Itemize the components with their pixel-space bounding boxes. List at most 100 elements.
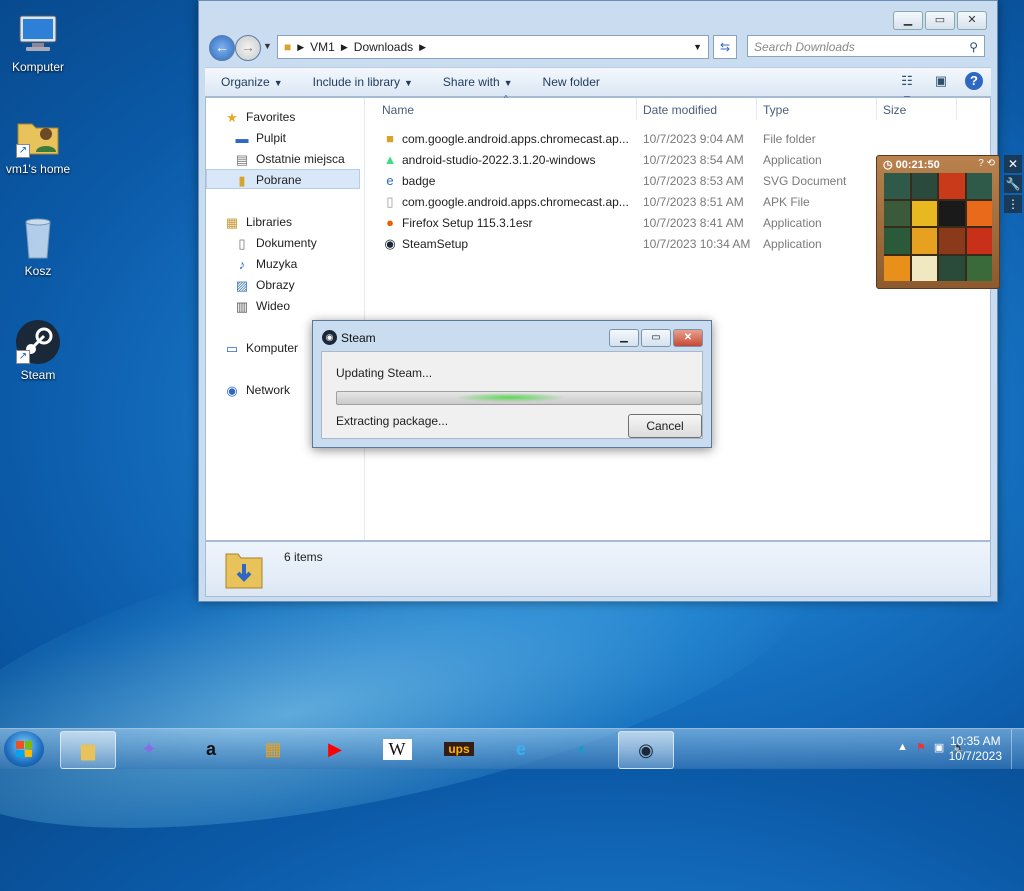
puzzle-tile[interactable] <box>939 173 965 199</box>
include-in-library-button[interactable]: Include in library ▼ <box>313 75 413 89</box>
taskbar-amazon[interactable]: a <box>184 731 238 767</box>
details-pane: 6 items <box>205 541 991 597</box>
minimize-button[interactable]: ▁ <box>893 11 923 30</box>
action-center-icon[interactable]: ⚑ <box>916 741 926 754</box>
picture-puzzle-gadget[interactable]: ◷ 00:21:50 ? ⟲ <box>876 155 1000 289</box>
puzzle-tile[interactable] <box>911 173 937 199</box>
close-button[interactable]: ✕ <box>673 329 703 347</box>
network-status-icon[interactable]: ▣ <box>934 741 944 754</box>
puzzle-tile[interactable] <box>939 228 965 254</box>
steam-update-dialog[interactable]: ◉ Steam ▁ ▭ ✕ Updating Steam... Extracti… <box>312 320 712 448</box>
close-button[interactable]: ✕ <box>957 11 987 30</box>
puzzle-tile[interactable] <box>966 173 992 199</box>
nav-wideo[interactable]: ▥ Wideo <box>234 296 290 316</box>
new-folder-button[interactable]: New folder <box>543 75 600 89</box>
taskbar-clock[interactable]: 10:35 AM 10/7/2023 <box>949 734 1002 764</box>
breadcrumb-vm1[interactable]: VM1 <box>310 40 335 54</box>
refresh-button[interactable]: ⇆ <box>713 35 737 59</box>
progress-indicator <box>455 393 565 402</box>
puzzle-tile[interactable] <box>884 255 910 281</box>
recent-pages-dropdown[interactable]: ▼ <box>263 41 272 51</box>
minimize-button[interactable]: ▁ <box>609 329 639 347</box>
puzzle-tile[interactable] <box>884 173 910 199</box>
chevron-right-icon[interactable]: ▶ <box>341 42 348 53</box>
gadget-help-icon[interactable]: ? ⟲ <box>978 158 995 169</box>
puzzle-tile[interactable] <box>966 200 992 226</box>
taskbar-youtube[interactable]: ▶ <box>308 731 362 767</box>
search-icon[interactable]: ⚲ <box>969 36 978 58</box>
share-with-button[interactable]: Share with ▼ <box>443 75 513 89</box>
desktop-icon-komputer[interactable]: Komputer <box>0 10 76 74</box>
column-date[interactable]: Date modified <box>643 103 717 117</box>
nav-obrazy[interactable]: ▨ Obrazy <box>234 275 295 295</box>
maximize-button[interactable]: ▭ <box>641 329 671 347</box>
breadcrumb-downloads[interactable]: Downloads <box>354 40 413 54</box>
taskbar-steam[interactable]: ◉ <box>618 731 674 769</box>
help-icon[interactable]: ? <box>965 72 983 90</box>
computer-icon <box>14 10 62 58</box>
dialog-body: Updating Steam... Extracting package... … <box>321 351 703 439</box>
address-dropdown-icon[interactable]: ▼ <box>693 42 702 52</box>
gadget-close-icon[interactable]: ✕ <box>1004 155 1022 173</box>
column-type[interactable]: Type <box>763 103 789 117</box>
maximize-button[interactable]: ▭ <box>925 11 955 30</box>
column-size[interactable]: Size <box>883 103 906 117</box>
view-options-icon[interactable]: ☷ ▾ <box>897 72 917 106</box>
file-row[interactable]: ■ com.google.android.apps.chromecast.ap.… <box>382 129 992 150</box>
puzzle-tile[interactable] <box>911 255 937 281</box>
amazon-icon: a <box>205 738 216 759</box>
column-name[interactable]: Name <box>382 103 414 117</box>
preview-pane-icon[interactable]: ▣ <box>931 72 951 90</box>
puzzle-tile[interactable] <box>939 255 965 281</box>
star-icon: ★ <box>226 109 238 125</box>
explorer-window[interactable]: ▁ ▭ ✕ ← → ▼ ■ ▶ VM1 ▶ Downloads ▶ ▼ ⇆ Se… <box>198 0 998 602</box>
taskbar-copilot[interactable]: ✦ <box>122 731 176 767</box>
start-button[interactable] <box>4 731 44 767</box>
organize-button[interactable]: Organize ▼ <box>221 75 283 89</box>
nav-pulpit[interactable]: ▬ Pulpit <box>234 128 287 148</box>
taskbar-wikipedia[interactable]: W <box>370 731 424 767</box>
dialog-window-controls: ▁ ▭ ✕ <box>609 329 703 347</box>
puzzle-grid[interactable] <box>884 173 992 281</box>
search-input[interactable]: Search Downloads ⚲ <box>747 35 985 57</box>
show-hidden-icons-icon[interactable]: ▲ <box>897 741 908 754</box>
nav-muzyka[interactable]: ♪ Muzyka <box>234 254 298 274</box>
puzzle-tile[interactable] <box>966 255 992 281</box>
cancel-button[interactable]: Cancel <box>628 414 702 438</box>
youtube-icon: ▶ <box>328 738 342 759</box>
nav-libraries[interactable]: ▦ Libraries <box>224 212 292 232</box>
chevron-right-icon[interactable]: ▶ <box>419 42 426 53</box>
desktop-icon-kosz[interactable]: Kosz <box>0 214 76 278</box>
desktop-icon-label: Komputer <box>11 60 65 74</box>
gadget-options-icon[interactable]: 🔧 <box>1004 175 1022 193</box>
puzzle-tile[interactable] <box>884 200 910 226</box>
puzzle-tile[interactable] <box>939 200 965 226</box>
gadget-drag-handle-icon[interactable]: ⋮ <box>1004 195 1022 213</box>
puzzle-tile[interactable] <box>911 228 937 254</box>
gadget-side-tools: ✕ 🔧 ⋮ <box>1004 155 1022 215</box>
forward-button[interactable]: → <box>235 35 261 61</box>
nav-favorites[interactable]: ★ Favorites <box>224 107 295 127</box>
nav-ostatnie[interactable]: ▤ Ostatnie miejsca <box>234 149 345 169</box>
taskbar-edge[interactable]: ◐ <box>556 731 610 767</box>
nav-komputer[interactable]: ▭ Komputer <box>224 338 298 358</box>
desktop-icon-home[interactable]: ↗ vm1's home <box>0 112 76 176</box>
taskbar-internet-explorer[interactable]: e <box>494 731 548 767</box>
folder-icon: ■ <box>284 40 292 54</box>
nav-pobrane[interactable]: ▮ Pobrane <box>206 169 360 189</box>
puzzle-tile[interactable] <box>911 200 937 226</box>
address-bar[interactable]: ■ ▶ VM1 ▶ Downloads ▶ ▼ <box>277 35 709 59</box>
recycle-bin-icon <box>14 214 62 262</box>
puzzle-tile[interactable] <box>966 228 992 254</box>
column-headers: Name ^ Date modified Type Size <box>376 94 990 120</box>
nav-dokumenty[interactable]: ▯ Dokumenty <box>234 233 316 253</box>
show-desktop-button[interactable] <box>1011 729 1024 769</box>
taskbar-ups[interactable]: ups <box>432 731 486 767</box>
nav-network[interactable]: ◉ Network <box>224 380 290 400</box>
taskbar-explorer[interactable]: ▆ <box>60 731 116 769</box>
desktop-icon-steam[interactable]: ↗ Steam <box>0 318 76 382</box>
puzzle-tile[interactable] <box>884 228 910 254</box>
back-button[interactable]: ← <box>209 35 235 61</box>
desktop-icon: ▬ <box>235 130 249 146</box>
taskbar-store[interactable]: ▦ <box>246 731 300 767</box>
